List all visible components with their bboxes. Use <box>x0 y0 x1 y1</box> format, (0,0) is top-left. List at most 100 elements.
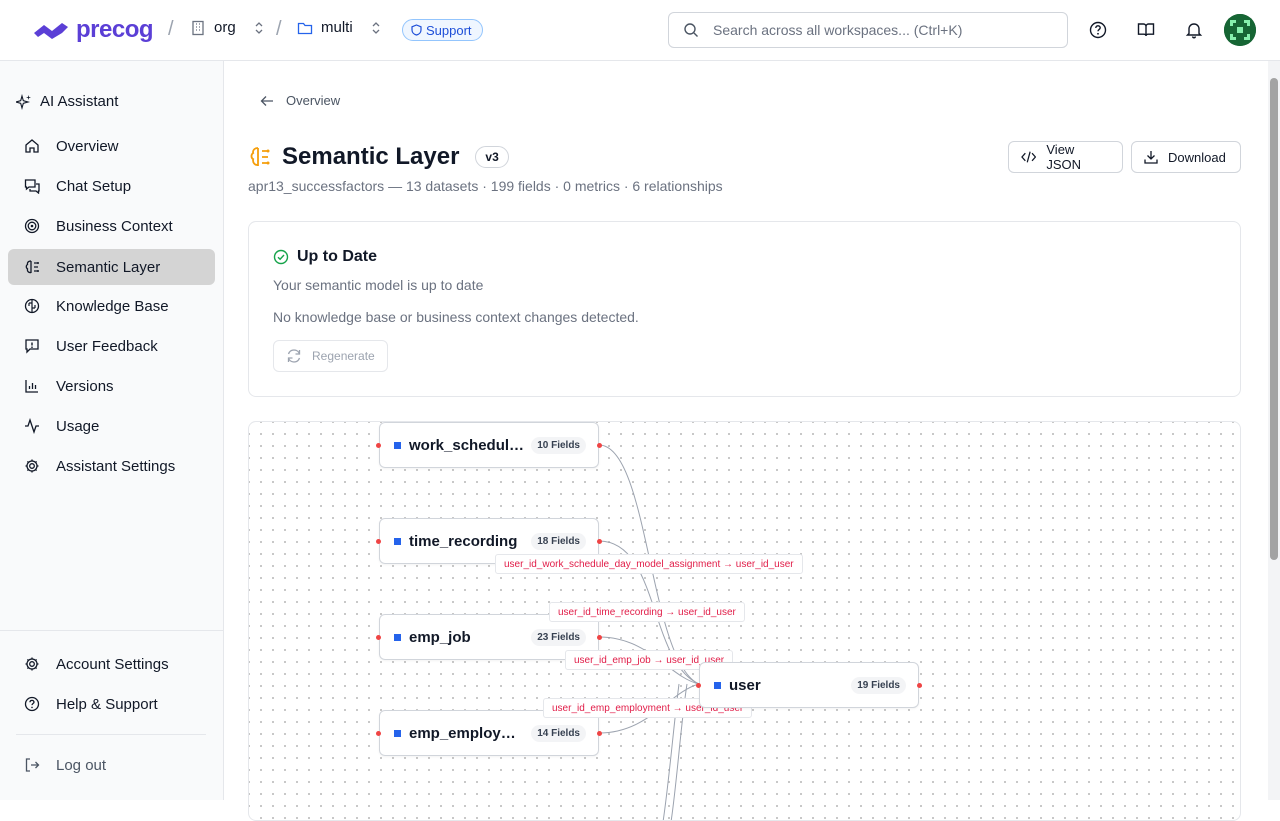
download-button[interactable]: Download <box>1131 141 1241 173</box>
sidebar-item-user-feedback[interactable]: User Feedback <box>8 328 215 364</box>
breadcrumb-org[interactable]: org <box>190 19 264 36</box>
notifications-button[interactable] <box>1183 19 1205 41</box>
logout-button[interactable]: Log out <box>8 747 215 783</box>
status-title: Up to Date <box>297 248 377 265</box>
sidebar-item-chat-setup[interactable]: Chat Setup <box>8 168 215 204</box>
version-badge: v3 <box>475 146 509 168</box>
feedback-icon <box>25 339 39 354</box>
avatar[interactable] <box>1224 14 1256 46</box>
building-icon <box>192 20 204 35</box>
sidebar-item-semantic-layer[interactable]: Semantic Layer <box>8 249 215 285</box>
download-icon <box>1144 151 1158 164</box>
sparkles-icon <box>16 93 31 110</box>
field-count-badge: 14 Fields <box>531 725 586 742</box>
breadcrumb-separator: / <box>168 18 174 40</box>
regenerate-button[interactable]: Regenerate <box>273 340 388 372</box>
chat-icon <box>24 179 40 194</box>
back-link-label: Overview <box>286 93 341 108</box>
brain-icon <box>25 260 39 274</box>
scrollbar-thumb[interactable] <box>1270 78 1278 560</box>
search-input[interactable]: Search across all workspaces... (Ctrl+K) <box>668 12 1068 48</box>
field-count-badge: 23 Fields <box>531 629 586 646</box>
docs-button[interactable] <box>1135 19 1157 41</box>
sidebar-item-knowledge-base[interactable]: Knowledge Base <box>8 288 215 324</box>
page-subtitle: apr13_successfactors — 13 datasets · 199… <box>248 178 723 194</box>
home-icon <box>25 139 39 153</box>
relationship-label[interactable]: user_id_work_schedule_day_model_assignme… <box>495 554 803 574</box>
sidebar-item-label: Knowledge Base <box>56 297 169 315</box>
node-port[interactable] <box>597 731 602 736</box>
breadcrumb-workspace[interactable]: multi <box>297 19 381 36</box>
download-label: Download <box>1168 149 1226 165</box>
dataset-name: emp_job <box>409 628 471 646</box>
logout-label: Log out <box>56 756 107 774</box>
sidebar: AI Assistant Overview Chat Setup Busines… <box>0 61 224 800</box>
page-title-text: Semantic Layer <box>282 143 460 170</box>
sidebar-item-label: Overview <box>56 137 119 155</box>
brain-icon <box>250 147 270 166</box>
sidebar-title-label: AI Assistant <box>40 93 119 110</box>
chevron-up-down-icon <box>371 21 381 35</box>
user-avatar-icon <box>1224 14 1256 46</box>
dataset-name: user <box>729 676 761 694</box>
status-card: Up to Date Your semantic model is up to … <box>248 221 1241 397</box>
dataset-icon <box>714 681 721 689</box>
dataset-icon <box>394 729 401 737</box>
node-port[interactable] <box>917 683 922 688</box>
dataset-node[interactable]: work_schedule... 10 Fields <box>376 422 602 468</box>
schema-graph-canvas[interactable]: work_schedule... 10 Fields time_recordin… <box>248 421 1241 821</box>
support-badge[interactable]: Support <box>402 19 483 41</box>
node-port[interactable] <box>597 635 602 640</box>
sidebar-item-label: Usage <box>56 417 100 435</box>
top-bar: precog / org / multi Support Search acro… <box>0 0 1280 61</box>
target-icon <box>24 218 40 234</box>
sidebar-item-usage[interactable]: Usage <box>8 408 215 444</box>
search-icon <box>684 23 698 37</box>
sidebar-item-label: User Feedback <box>56 337 158 355</box>
brain-circuit-icon <box>24 298 40 314</box>
refresh-icon <box>287 349 301 363</box>
code-icon <box>1021 151 1037 163</box>
logout-icon <box>25 758 40 772</box>
sidebar-item-label: Help & Support <box>56 695 158 713</box>
help-button[interactable] <box>1087 19 1109 41</box>
breadcrumb-org-label: org <box>214 19 236 36</box>
page-title: Semantic Layer v3 <box>248 143 509 171</box>
view-json-button[interactable]: View JSON <box>1008 141 1123 173</box>
dataset-icon <box>394 441 401 449</box>
sidebar-item-overview[interactable]: Overview <box>8 128 215 164</box>
sidebar-divider <box>0 630 223 631</box>
sidebar-item-business-context[interactable]: Business Context <box>8 208 215 244</box>
sidebar-item-help-support[interactable]: Help & Support <box>8 686 215 722</box>
bell-icon <box>1185 23 1203 39</box>
node-port[interactable] <box>376 443 381 448</box>
back-link[interactable]: Overview <box>260 93 340 108</box>
brand-logo[interactable]: precog <box>32 16 154 44</box>
node-port[interactable] <box>376 635 381 640</box>
relationship-label[interactable]: user_id_time_recording → user_id_user <box>549 602 745 622</box>
support-label: Support <box>426 22 472 38</box>
arrow-left-icon <box>260 95 273 106</box>
dataset-name: work_schedule... <box>409 436 527 454</box>
dataset-icon <box>394 537 401 545</box>
node-port[interactable] <box>696 683 701 688</box>
activity-icon <box>25 418 39 434</box>
node-port[interactable] <box>376 731 381 736</box>
dataset-name: time_recording <box>409 532 518 550</box>
node-port[interactable] <box>597 539 602 544</box>
node-port[interactable] <box>597 443 602 448</box>
sidebar-divider <box>16 734 206 735</box>
help-icon <box>1089 21 1107 39</box>
sidebar-item-label: Account Settings <box>56 655 169 673</box>
sidebar-item-versions[interactable]: Versions <box>8 368 215 404</box>
chevron-up-down-icon <box>254 21 264 35</box>
dataset-node-user[interactable]: user 19 Fields <box>696 662 922 708</box>
sidebar-item-label: Semantic Layer <box>56 258 161 276</box>
status-heading: Up to Date <box>273 248 377 266</box>
node-port[interactable] <box>376 539 381 544</box>
sidebar-item-label: Versions <box>56 377 114 395</box>
sidebar-item-account-settings[interactable]: Account Settings <box>8 646 215 682</box>
main-content: Overview Semantic Layer v3 apr13_success… <box>224 61 1268 821</box>
sidebar-item-assistant-settings[interactable]: Assistant Settings <box>8 448 215 484</box>
breadcrumb-separator: / <box>276 18 282 40</box>
